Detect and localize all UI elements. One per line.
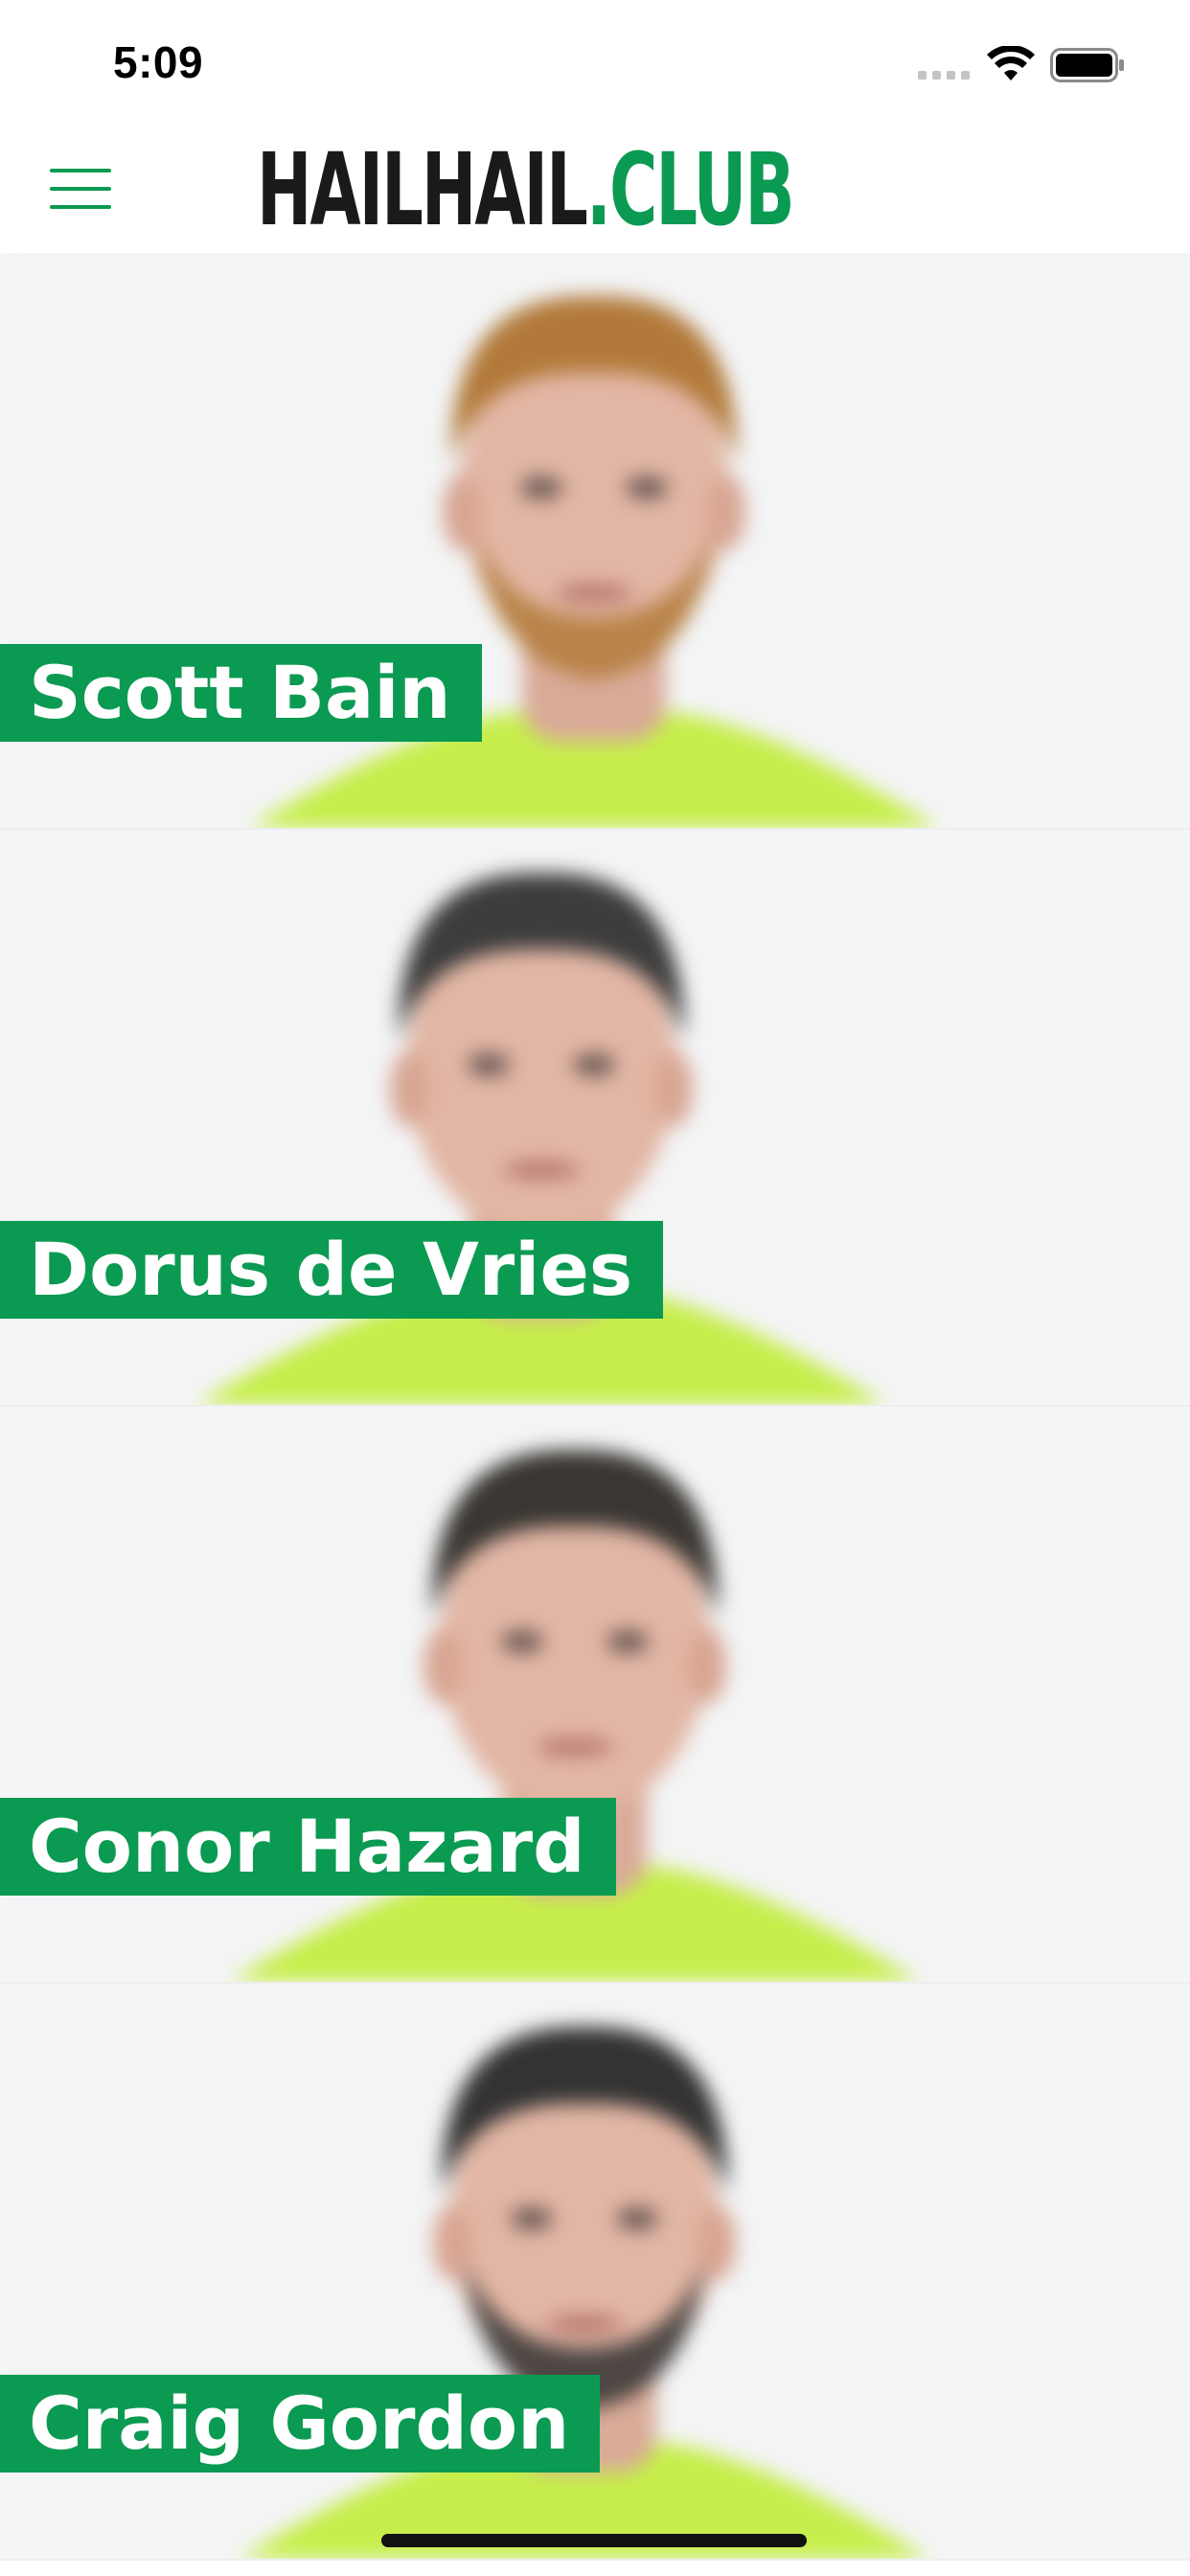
player-name-label: Dorus de Vries <box>0 1221 664 1319</box>
hamburger-menu-icon[interactable] <box>50 169 111 213</box>
player-card[interactable]: Craig Gordon <box>0 1984 1190 2561</box>
player-photo <box>0 1407 1190 1982</box>
home-indicator <box>381 2534 807 2547</box>
logo-text-club: .CLUB <box>585 131 795 248</box>
player-name-label: Scott Bain <box>0 644 482 742</box>
player-card[interactable]: Conor Hazard <box>0 1407 1190 1984</box>
status-bar: 5:09 <box>0 0 1190 126</box>
battery-icon <box>1050 48 1124 82</box>
cellular-signal-icon <box>918 71 970 80</box>
logo-text-main: HAILHAIL <box>257 131 588 248</box>
wifi-icon <box>987 46 1035 80</box>
player-photo <box>0 253 1190 828</box>
player-name-label: Craig Gordon <box>0 2375 601 2472</box>
player-photo <box>0 1984 1190 2559</box>
player-list: Scott Bain Dorus de Vries Conor Hazard Crai… <box>0 253 1190 2561</box>
player-photo <box>0 830 1190 1405</box>
player-card[interactable]: Scott Bain <box>0 253 1190 830</box>
site-logo[interactable]: HAILHAIL .CLUB <box>257 128 795 251</box>
status-time: 5:09 <box>113 37 204 87</box>
player-card[interactable]: Dorus de Vries <box>0 830 1190 1407</box>
player-name-label: Conor Hazard <box>0 1798 616 1896</box>
app-header: HAILHAIL .CLUB <box>0 126 1190 254</box>
